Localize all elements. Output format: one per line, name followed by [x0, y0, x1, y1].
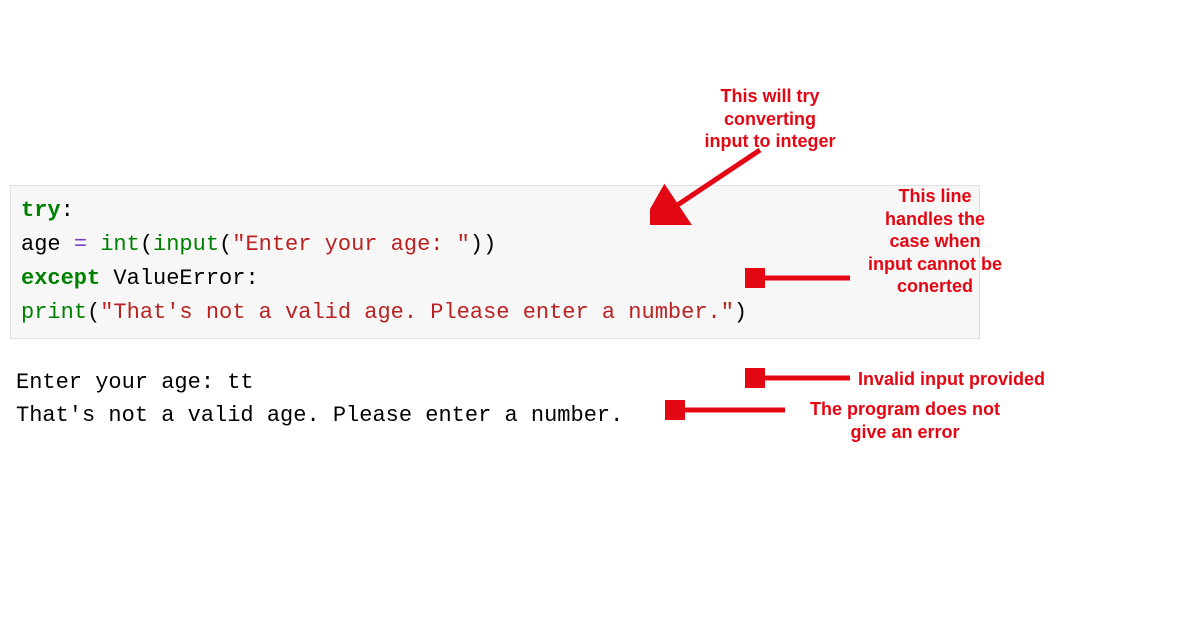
keyword-try: try	[21, 198, 61, 223]
annotation-text-line: case when	[855, 230, 1015, 253]
annotation-no-error: The program does not give an error	[790, 398, 1020, 443]
builtin-print: print	[21, 300, 87, 325]
annotation-try-convert: This will try converting input to intege…	[680, 85, 860, 153]
code-block: try: age = int(input("Enter your age: ")…	[10, 185, 980, 339]
annotation-invalid-input: Invalid input provided	[858, 368, 1078, 391]
output-line-1: Enter your age: tt	[16, 366, 623, 399]
annotation-text-line: conerted	[855, 275, 1015, 298]
builtin-int: int	[100, 232, 140, 257]
builtin-input: input	[153, 232, 219, 257]
annotation-text-line: input cannot be	[855, 253, 1015, 276]
paren-open: (	[87, 300, 100, 325]
colon: :	[245, 266, 258, 291]
arrow-icon	[745, 368, 855, 388]
annotation-text-line: This will try	[680, 85, 860, 108]
keyword-except: except	[21, 266, 100, 291]
arrow-icon	[745, 268, 855, 288]
annotation-text-line: This line	[855, 185, 1015, 208]
output-line-2: That's not a valid age. Please enter a n…	[16, 399, 623, 432]
operator-eq: =	[74, 232, 100, 257]
arrow-icon	[650, 145, 770, 225]
annotation-text-line: handles the	[855, 208, 1015, 231]
exception-valueerror: ValueError	[113, 266, 245, 291]
annotation-text-line: The program does not	[790, 398, 1020, 421]
string-prompt: "Enter your age: "	[232, 232, 470, 257]
paren-close: )	[734, 300, 747, 325]
var-age: age	[21, 232, 74, 257]
space	[100, 266, 113, 291]
paren-close: ))	[470, 232, 496, 257]
output-block: Enter your age: tt That's not a valid ag…	[16, 366, 623, 432]
annotation-text-line: converting	[680, 108, 860, 131]
code-line-4: print("That's not a valid age. Please en…	[21, 296, 969, 330]
paren-open: (	[140, 232, 153, 257]
code-line-2: age = int(input("Enter your age: "))	[21, 228, 969, 262]
colon: :	[61, 198, 74, 223]
annotation-text-line: give an error	[790, 421, 1020, 444]
annotation-except-handles: This line handles the case when input ca…	[855, 185, 1015, 298]
arrow-icon	[665, 400, 790, 420]
code-line-1: try:	[21, 194, 969, 228]
string-message: "That's not a valid age. Please enter a …	[100, 300, 734, 325]
paren-open-2: (	[219, 232, 232, 257]
annotation-text-line: Invalid input provided	[858, 369, 1045, 389]
